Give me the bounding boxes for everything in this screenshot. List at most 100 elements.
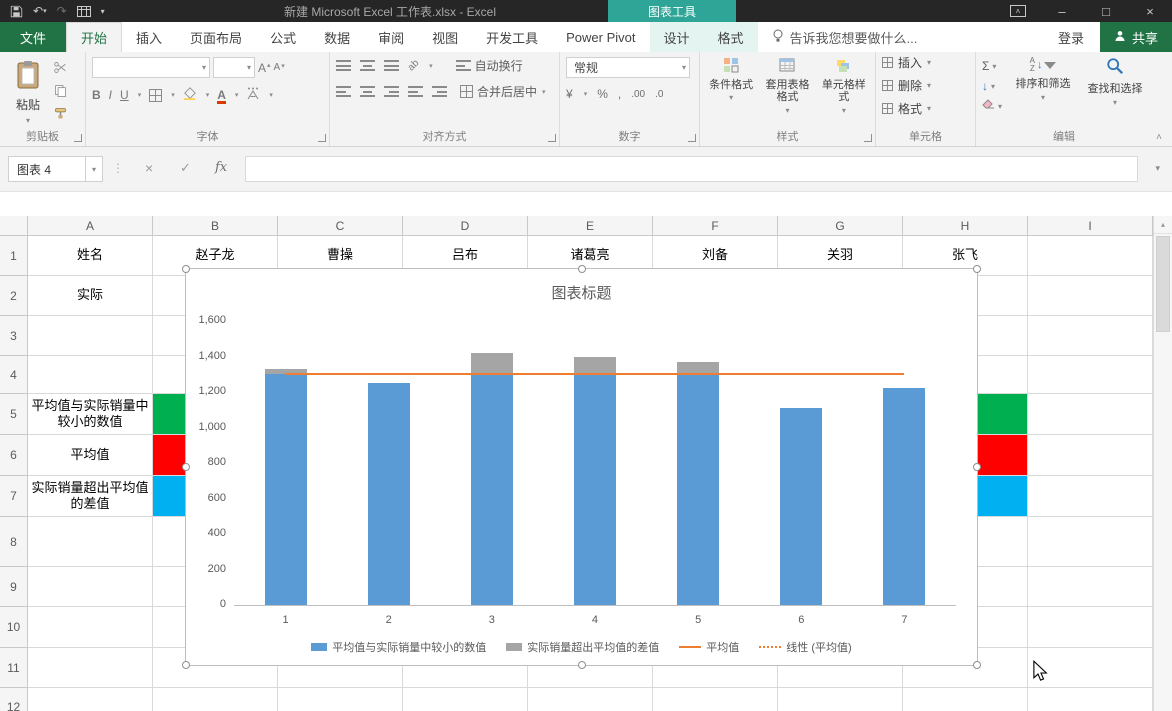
- minimize-icon[interactable]: –: [1040, 0, 1084, 22]
- cell-D12[interactable]: [403, 688, 528, 711]
- format-as-table-button[interactable]: 套用表格格式 ▾: [762, 57, 812, 128]
- row-header-8[interactable]: 8: [0, 517, 28, 567]
- accounting-dropdown-icon[interactable]: ▾: [584, 90, 588, 98]
- bar-excess-3[interactable]: [471, 353, 513, 374]
- collapse-ribbon-icon[interactable]: ˄: [1156, 132, 1162, 143]
- name-box[interactable]: 图表 4: [8, 156, 86, 182]
- chart-legend[interactable]: 平均值与实际销量中较小的数值实际销量超出平均值的差值平均值线性 (平均值): [186, 639, 977, 655]
- conditional-formatting-button[interactable]: 条件格式 ▾: [706, 57, 756, 128]
- enter-icon[interactable]: ✓: [180, 160, 191, 176]
- tab-page-layout[interactable]: 页面布局: [176, 22, 256, 52]
- tab-power-pivot[interactable]: Power Pivot: [552, 22, 649, 52]
- cell-A12[interactable]: [28, 688, 153, 711]
- bar-min-5[interactable]: [677, 374, 719, 605]
- find-select-button[interactable]: 查找和选择 ▾: [1084, 57, 1146, 128]
- delete-cells-button[interactable]: 删除 ▾: [882, 77, 969, 94]
- align-center-icon[interactable]: [360, 86, 375, 97]
- cell-I8[interactable]: [1028, 517, 1153, 567]
- cell-A2[interactable]: 实际: [28, 276, 153, 316]
- cell-I5[interactable]: [1028, 394, 1153, 435]
- cell-I2[interactable]: [1028, 276, 1153, 316]
- paste-button[interactable]: 粘贴 ▾: [6, 57, 50, 128]
- cell-E12[interactable]: [528, 688, 653, 711]
- styles-dialog-launcher[interactable]: [864, 134, 872, 142]
- col-header-G[interactable]: G: [778, 216, 903, 236]
- cell-A11[interactable]: [28, 648, 153, 688]
- decrease-font-icon[interactable]: A▾: [274, 62, 285, 73]
- font-name-combo[interactable]: ▾: [92, 57, 210, 78]
- increase-font-icon[interactable]: A▴: [258, 61, 271, 75]
- row-header-12[interactable]: 12: [0, 688, 28, 711]
- align-middle-icon[interactable]: [360, 60, 375, 71]
- tell-me-box[interactable]: 告诉我您想要做什么...: [772, 22, 918, 52]
- chart-title[interactable]: 图表标题: [186, 282, 977, 303]
- cell-B12[interactable]: [153, 688, 278, 711]
- comma-style-icon[interactable]: ,: [618, 87, 621, 101]
- row-header-10[interactable]: 10: [0, 607, 28, 648]
- col-header-A[interactable]: A: [28, 216, 153, 236]
- chart-handle-top-left[interactable]: [182, 265, 190, 273]
- row-header-11[interactable]: 11: [0, 648, 28, 688]
- col-header-I[interactable]: I: [1028, 216, 1153, 236]
- cancel-icon[interactable]: ×: [145, 160, 153, 176]
- fill-button[interactable]: ↓ ▾: [982, 79, 1002, 93]
- row-header-3[interactable]: 3: [0, 316, 28, 356]
- chart-handle-mid-right[interactable]: [973, 463, 981, 471]
- phonetic-guide-icon[interactable]: [246, 87, 260, 103]
- cell-I4[interactable]: [1028, 356, 1153, 394]
- font-dialog-launcher[interactable]: [318, 134, 326, 142]
- row-header-1[interactable]: 1: [0, 236, 28, 276]
- chart-handle-top-center[interactable]: [578, 265, 586, 273]
- cell-A3[interactable]: [28, 316, 153, 356]
- tab-view[interactable]: 视图: [418, 22, 472, 52]
- align-top-icon[interactable]: [336, 60, 351, 71]
- col-header-H[interactable]: H: [903, 216, 1028, 236]
- increase-decimal-icon[interactable]: .00: [631, 89, 645, 100]
- chart-handle-bottom-right[interactable]: [973, 661, 981, 669]
- formula-input[interactable]: [245, 156, 1138, 182]
- clipboard-dialog-launcher[interactable]: [74, 134, 82, 142]
- cut-icon[interactable]: [54, 61, 67, 77]
- tab-chart-design[interactable]: 设计: [650, 22, 704, 52]
- tab-chart-format[interactable]: 格式: [704, 22, 758, 52]
- trendline[interactable]: [286, 373, 905, 375]
- cell-I6[interactable]: [1028, 435, 1153, 476]
- row-header-4[interactable]: 4: [0, 356, 28, 394]
- maximize-icon[interactable]: □: [1084, 0, 1128, 22]
- clear-button[interactable]: ▾: [982, 99, 1002, 113]
- chart-handle-top-right[interactable]: [973, 265, 981, 273]
- tab-data[interactable]: 数据: [310, 22, 364, 52]
- redo-icon[interactable]: ↷: [57, 4, 67, 18]
- ribbon-display-options-icon[interactable]: ˄: [1010, 5, 1026, 17]
- align-left-icon[interactable]: [336, 86, 351, 97]
- italic-button[interactable]: I: [109, 88, 112, 102]
- align-bottom-icon[interactable]: [384, 60, 399, 71]
- bar-min-4[interactable]: [574, 374, 616, 605]
- tab-file[interactable]: 文件: [0, 22, 66, 52]
- row-header-7[interactable]: 7: [0, 476, 28, 517]
- expand-formula-bar-icon[interactable]: ▾: [1155, 163, 1160, 174]
- percent-style-icon[interactable]: %: [597, 87, 608, 101]
- bar-min-7[interactable]: [883, 388, 925, 605]
- autosum-button[interactable]: Σ ▾: [982, 59, 1002, 73]
- tab-formulas[interactable]: 公式: [256, 22, 310, 52]
- insert-cells-button[interactable]: 插入 ▾: [882, 54, 969, 71]
- cell-styles-button[interactable]: 单元格样式 ▾: [819, 57, 869, 128]
- bold-button[interactable]: B: [92, 88, 101, 102]
- borders-dropdown-icon[interactable]: ▾: [171, 91, 175, 99]
- scrollbar-thumb[interactable]: [1156, 236, 1170, 332]
- cell-A5[interactable]: 平均值与实际销量中较小的数值: [28, 394, 153, 435]
- row-header-9[interactable]: 9: [0, 567, 28, 607]
- chart-handle-bottom-center[interactable]: [578, 661, 586, 669]
- orientation-dropdown-icon[interactable]: ▾: [429, 62, 433, 70]
- cell-I9[interactable]: [1028, 567, 1153, 607]
- table-mode-icon[interactable]: [77, 6, 91, 17]
- cell-I3[interactable]: [1028, 316, 1153, 356]
- bar-min-1[interactable]: [265, 374, 307, 605]
- underline-button[interactable]: U: [120, 88, 129, 102]
- row-header-2[interactable]: 2: [0, 276, 28, 316]
- undo-icon[interactable]: ↶▾: [33, 4, 47, 18]
- cell-A4[interactable]: [28, 356, 153, 394]
- cell-A8[interactable]: [28, 517, 153, 567]
- cell-I1[interactable]: [1028, 236, 1153, 276]
